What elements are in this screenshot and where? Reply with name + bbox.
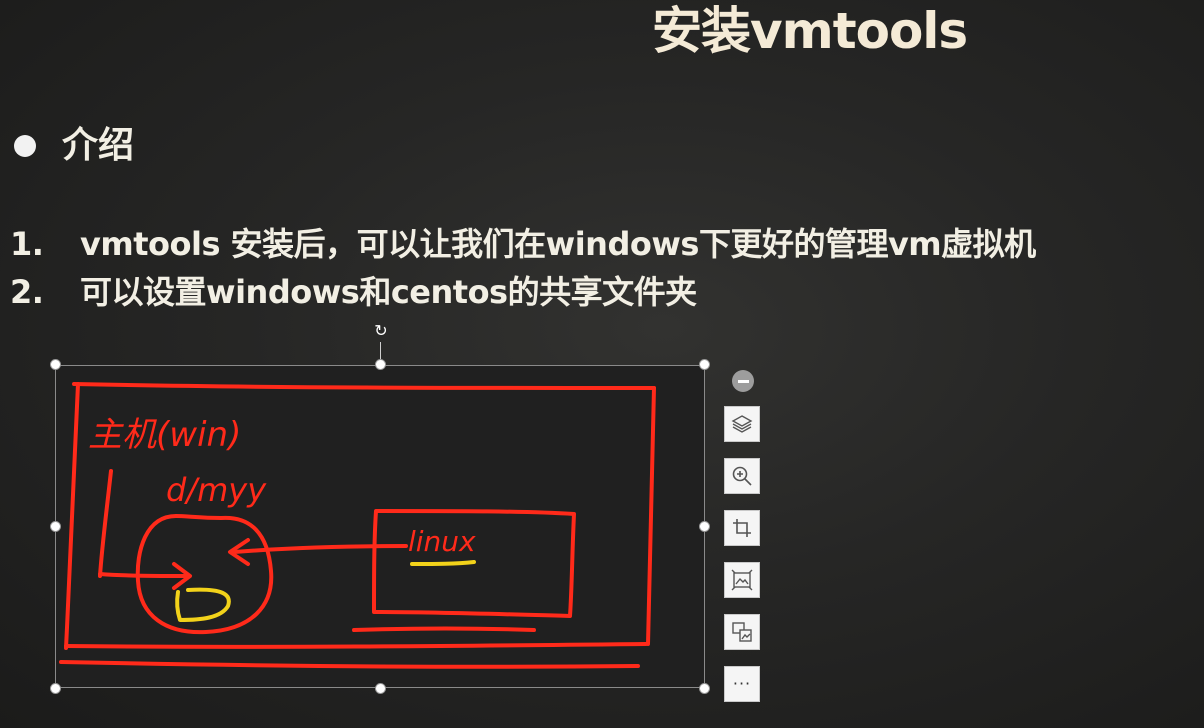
intro-list: 1. vmtools 安装后，可以让我们在windows下更好的管理vm虚拟机 …	[10, 220, 1036, 316]
layout-options-button[interactable]	[724, 406, 760, 442]
more-options-icon: ···	[732, 674, 752, 693]
guest-label: linux	[408, 525, 476, 558]
resize-handle-bottom-left[interactable]	[50, 683, 61, 694]
crop-icon	[733, 519, 751, 537]
rotate-handle-stem	[380, 342, 381, 360]
resize-handle-bottom[interactable]	[375, 683, 386, 694]
folder-d-mark	[175, 587, 231, 622]
minus-icon	[737, 379, 749, 383]
sketch-picture[interactable]: 主机(win) d/myy linux	[55, 365, 705, 688]
section-heading: 介绍	[62, 125, 135, 166]
collapse-toolbar-button[interactable]	[732, 370, 754, 392]
picture-replace-button[interactable]	[724, 614, 760, 650]
host-label: 主机(win)	[88, 415, 241, 455]
list-item: 2. 可以设置windows和centos的共享文件夹	[10, 268, 1036, 316]
host-box-bottom-edge	[64, 642, 648, 649]
rotate-handle-icon[interactable]: ↻	[372, 322, 390, 340]
bullet-icon	[14, 135, 36, 157]
resize-handle-bottom-right[interactable]	[699, 683, 710, 694]
host-box-top-edge	[72, 382, 656, 390]
layers-icon	[731, 415, 753, 433]
zoom-in-icon	[732, 466, 752, 486]
guest-underline	[352, 626, 536, 632]
list-item-number: 2.	[10, 273, 44, 311]
sketch-drawing: 主机(win) d/myy linux	[59, 382, 656, 669]
picture-fit-button[interactable]	[724, 562, 760, 598]
list-item-text: 可以设置windows和centos的共享文件夹	[80, 273, 697, 311]
host-inner-line	[98, 469, 113, 578]
resize-handle-right[interactable]	[699, 521, 710, 532]
picture-fit-icon	[731, 569, 753, 591]
crop-button[interactable]	[724, 510, 760, 546]
shared-dir-label: d/myy	[166, 471, 267, 509]
list-item: 1. vmtools 安装后，可以让我们在windows下更好的管理vm虚拟机	[10, 220, 1036, 268]
slide-title: 安装vmtools	[652, 2, 968, 60]
list-item-number: 1.	[10, 225, 44, 263]
zoom-in-button[interactable]	[724, 458, 760, 494]
linux-underline	[410, 560, 476, 566]
resize-handle-top-left[interactable]	[50, 359, 61, 370]
resize-handle-left[interactable]	[50, 521, 61, 532]
picture-replace-icon	[732, 622, 752, 642]
section-heading-row: 介绍	[14, 124, 134, 168]
host-box-right-edge	[646, 386, 656, 646]
list-item-text: vmtools 安装后，可以让我们在windows下更好的管理vm虚拟机	[80, 225, 1036, 263]
underline-bottom	[59, 660, 640, 669]
resize-handle-top-right[interactable]	[699, 359, 710, 370]
guest-arrow-line	[232, 544, 408, 554]
resize-handle-top[interactable]	[375, 359, 386, 370]
host-arrow-line	[98, 572, 190, 578]
more-options-button[interactable]: ···	[724, 666, 760, 702]
host-box-left-edge	[64, 382, 80, 650]
